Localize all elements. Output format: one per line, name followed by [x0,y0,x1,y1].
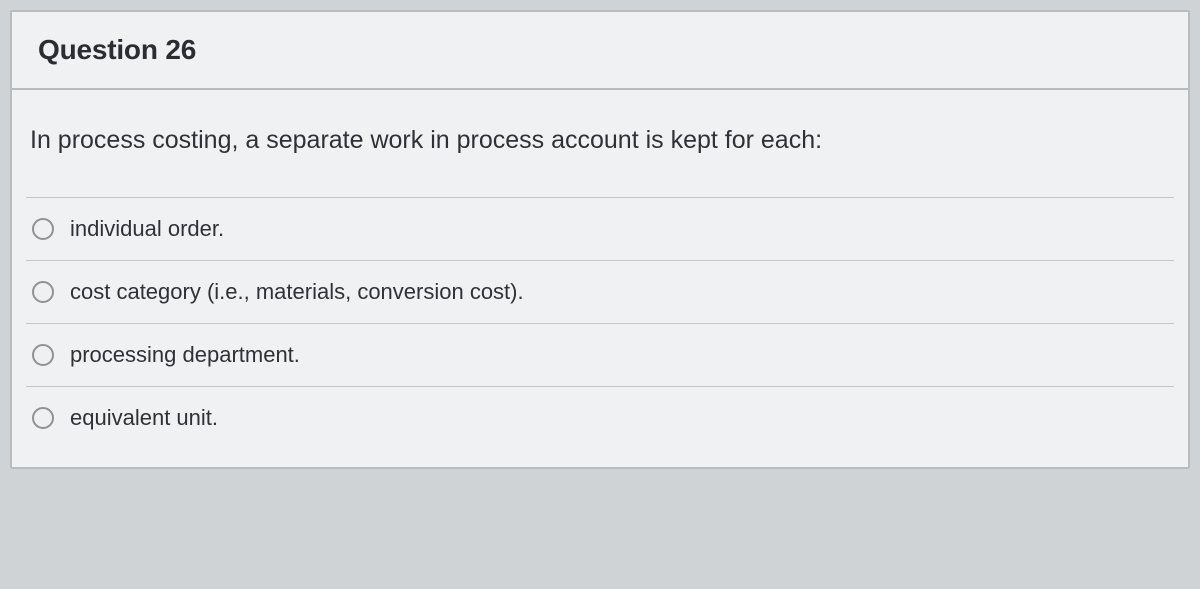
radio-icon[interactable] [32,218,54,240]
radio-icon[interactable] [32,281,54,303]
question-body: In process costing, a separate work in p… [12,90,1188,467]
question-header: Question 26 [12,12,1188,90]
question-title: Question 26 [38,34,1162,66]
question-prompt: In process costing, a separate work in p… [26,126,1174,197]
option-label: individual order. [70,216,224,242]
option-row-3[interactable]: equivalent unit. [26,386,1174,457]
radio-icon[interactable] [32,344,54,366]
option-label: processing department. [70,342,300,368]
radio-icon[interactable] [32,407,54,429]
option-row-2[interactable]: processing department. [26,323,1174,386]
question-card: Question 26 In process costing, a separa… [10,10,1190,469]
options-list: individual order. cost category (i.e., m… [26,197,1174,457]
option-row-1[interactable]: cost category (i.e., materials, conversi… [26,260,1174,323]
option-label: cost category (i.e., materials, conversi… [70,279,524,305]
option-row-0[interactable]: individual order. [26,197,1174,260]
option-label: equivalent unit. [70,405,218,431]
